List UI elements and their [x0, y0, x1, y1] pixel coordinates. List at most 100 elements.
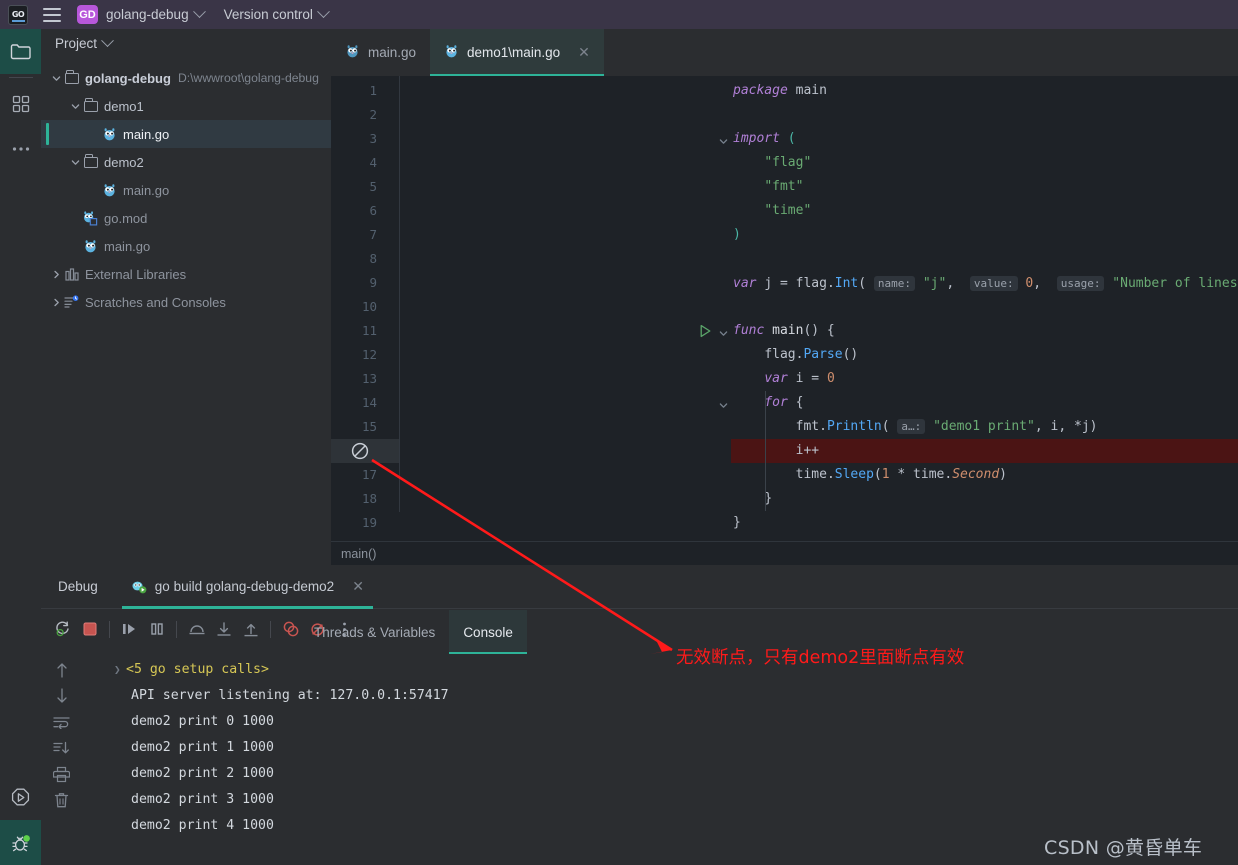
- stop-square-icon: [82, 621, 98, 637]
- version-control-dropdown[interactable]: Version control: [224, 7, 328, 22]
- project-panel-header[interactable]: Project: [41, 29, 331, 57]
- clear-all-button[interactable]: [41, 787, 82, 813]
- invalid-breakpoint-icon[interactable]: [351, 442, 369, 460]
- fold-chevron-icon[interactable]: [719, 327, 728, 342]
- breadcrumb-label: main(): [341, 547, 376, 561]
- debug-session-tab[interactable]: go build golang-debug-demo2 ✕: [131, 565, 364, 609]
- code-line[interactable]: ): [331, 223, 1238, 247]
- go-file-icon: [345, 44, 360, 59]
- close-icon[interactable]: ✕: [352, 578, 364, 595]
- scroll-up-button[interactable]: [41, 657, 82, 683]
- tree-item-scratches and consoles[interactable]: Scratches and Consoles: [41, 288, 331, 316]
- trash-icon: [54, 792, 69, 809]
- code-line[interactable]: import (: [331, 127, 1238, 151]
- editor-tab-bar: main.go demo1\main.go✕: [331, 29, 1238, 76]
- tree-arrow[interactable]: [49, 298, 63, 307]
- tree-arrow[interactable]: [68, 158, 82, 167]
- hamburger-menu-icon[interactable]: [43, 8, 61, 22]
- tree-item-label: demo1: [104, 99, 144, 114]
- rerun-button[interactable]: [49, 616, 76, 643]
- sidebar-item-run[interactable]: [0, 775, 41, 820]
- code-line[interactable]: "time": [331, 199, 1238, 223]
- sidebar-item-structure[interactable]: [0, 81, 41, 126]
- tree-item-label: External Libraries: [85, 267, 186, 282]
- editor-tab-demo1-main-go[interactable]: demo1\main.go✕: [430, 29, 604, 76]
- code-line[interactable]: "fmt": [331, 175, 1238, 199]
- project-badge: GD: [77, 5, 98, 24]
- code-line-text: }: [733, 487, 772, 511]
- chevron-right-icon[interactable]: ❯: [114, 657, 121, 683]
- code-line[interactable]: "flag": [331, 151, 1238, 175]
- print-button[interactable]: [41, 761, 82, 787]
- fold-chevron-icon[interactable]: [719, 399, 728, 414]
- code-line[interactable]: package main: [331, 79, 1238, 103]
- code-line[interactable]: i++: [331, 439, 1238, 463]
- folder-icon: [10, 43, 31, 60]
- run-gutter-icon[interactable]: [699, 324, 712, 342]
- project-name-dropdown[interactable]: golang-debug: [106, 7, 204, 22]
- chevron-down-icon: [71, 158, 80, 167]
- tree-item-external libraries[interactable]: External Libraries: [41, 260, 331, 288]
- pause-button[interactable]: [143, 616, 170, 643]
- step-out-button[interactable]: [237, 616, 264, 643]
- console-line-text: demo2 print 2 1000: [131, 766, 274, 781]
- resume-button[interactable]: [116, 616, 143, 643]
- tree-item-go-mod[interactable]: go.mod: [41, 204, 331, 232]
- code-editor[interactable]: 1package main23import (4 "flag"5 "fmt"6 …: [331, 76, 1238, 542]
- code-line[interactable]: [331, 295, 1238, 319]
- console-sidebar: [41, 657, 82, 813]
- tree-item-main-go[interactable]: main.go: [41, 176, 331, 204]
- close-icon[interactable]: ✕: [578, 44, 590, 61]
- tree-item-demo2[interactable]: demo2: [41, 148, 331, 176]
- console-line: demo2 print 2 1000: [82, 761, 1238, 787]
- tree-item-main-go[interactable]: main.go: [41, 120, 331, 148]
- printer-icon: [53, 766, 70, 783]
- code-line[interactable]: }: [331, 511, 1238, 535]
- code-line[interactable]: [331, 247, 1238, 271]
- step-over-button[interactable]: [183, 616, 210, 643]
- code-line[interactable]: flag.Parse(): [331, 343, 1238, 367]
- debug-view-tab-threads---variables[interactable]: Threads & Variables: [300, 610, 449, 654]
- scroll-to-end-button[interactable]: [41, 735, 82, 761]
- tree-item-path: D:\wwwroot\golang-debug: [178, 71, 319, 85]
- folder-icon: [65, 73, 79, 84]
- step-over-icon: [188, 621, 206, 637]
- tree-item-icon: [63, 73, 80, 84]
- code-line[interactable]: time.Sleep(1 * time.Second): [331, 463, 1238, 487]
- sidebar-item-more[interactable]: [0, 126, 41, 171]
- annotation-text: 无效断点，只有demo2里面断点有效: [676, 644, 964, 669]
- code-line[interactable]: var j = flag.Int( name: "j", value: 0, u…: [331, 271, 1238, 295]
- tree-item-demo1[interactable]: demo1: [41, 92, 331, 120]
- tree-item-golang-debug[interactable]: golang-debugD:\wwwroot\golang-debug: [41, 64, 331, 92]
- step-into-button[interactable]: [210, 616, 237, 643]
- code-line[interactable]: func main() {: [331, 319, 1238, 343]
- scroll-down-button[interactable]: [41, 683, 82, 709]
- soft-wrap-icon: [53, 715, 70, 729]
- tree-arrow[interactable]: [49, 270, 63, 279]
- debug-tool-window: Debug go build golang-debug-demo2 ✕: [41, 565, 1238, 865]
- code-line-text: import (: [733, 127, 796, 151]
- go-logo-icon[interactable]: GO: [8, 5, 28, 25]
- console-line-text: demo2 print 0 1000: [131, 714, 274, 729]
- console-line: API server listening at: 127.0.0.1:57417: [82, 683, 1238, 709]
- code-line[interactable]: var i = 0: [331, 367, 1238, 391]
- toolbar-divider: [270, 621, 271, 638]
- step-into-icon: [216, 621, 232, 638]
- tree-arrow[interactable]: [49, 74, 63, 83]
- code-line[interactable]: fmt.Println( a…: "demo1 print", i, *j): [331, 415, 1238, 439]
- arrow-down-icon: [55, 687, 69, 705]
- tree-item-icon: [82, 101, 99, 112]
- tree-arrow[interactable]: [68, 102, 82, 111]
- code-line[interactable]: }: [331, 487, 1238, 511]
- fold-chevron-icon[interactable]: [719, 135, 728, 150]
- arrow-up-icon: [55, 661, 69, 679]
- stop-button[interactable]: [76, 616, 103, 643]
- tree-item-main-go[interactable]: main.go: [41, 232, 331, 260]
- sidebar-item-debug[interactable]: [0, 820, 41, 865]
- code-line[interactable]: [331, 103, 1238, 127]
- soft-wrap-button[interactable]: [41, 709, 82, 735]
- sidebar-item-project[interactable]: [0, 29, 41, 74]
- code-line[interactable]: for {: [331, 391, 1238, 415]
- editor-tab-main-go[interactable]: main.go: [331, 29, 430, 76]
- debug-view-tab-console[interactable]: Console: [449, 610, 527, 654]
